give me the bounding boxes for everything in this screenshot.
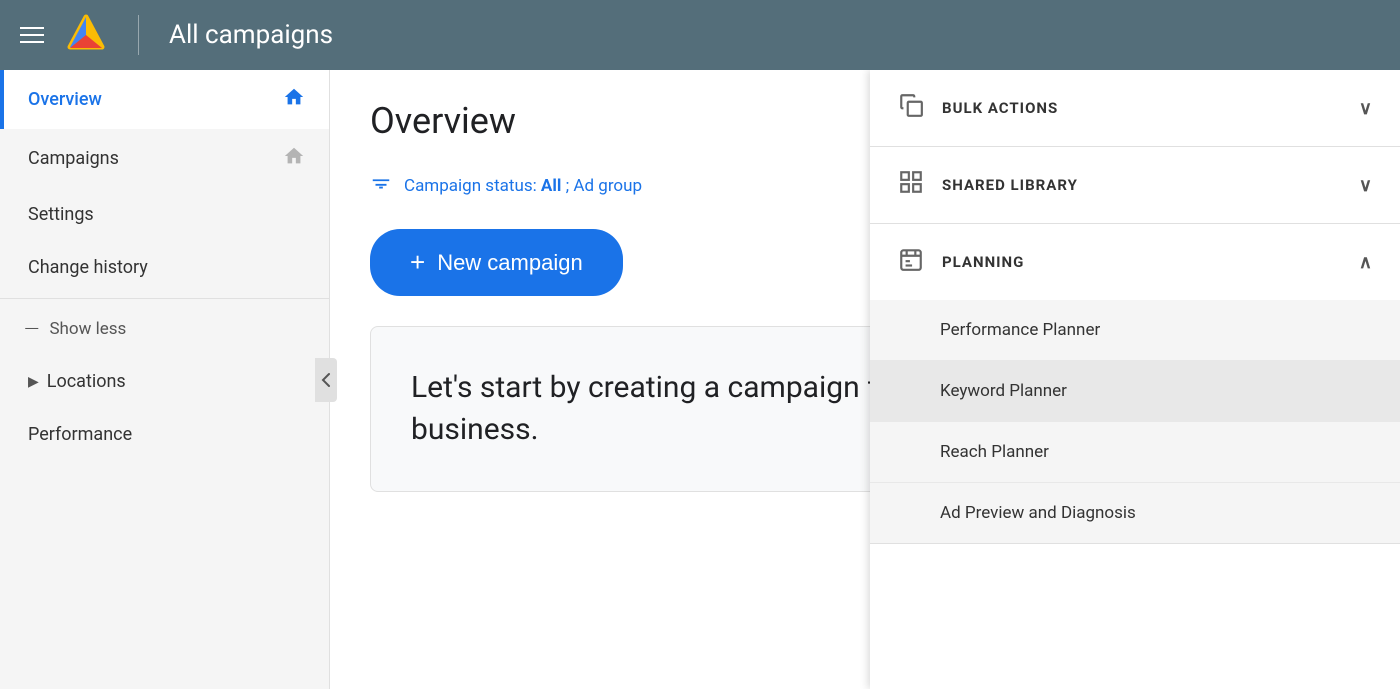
keyword-planner-item[interactable]: Keyword Planner [870, 361, 1400, 422]
bulk-actions-chevron: ∨ [1359, 98, 1372, 119]
shared-library-section: SHARED LIBRARY ∨ [870, 147, 1400, 224]
shared-library-label: SHARED LIBRARY [942, 176, 1078, 194]
show-less-button[interactable]: — Show less [0, 303, 329, 355]
plus-icon: + [410, 247, 425, 278]
right-panel: BULK ACTIONS ∨ SHARED LIBRARY ∨ [870, 70, 1400, 689]
bulk-actions-title: BULK ACTIONS [898, 92, 1058, 124]
bulk-actions-label: BULK ACTIONS [942, 99, 1058, 117]
sidebar-divider [0, 298, 329, 299]
logo-icon [64, 13, 108, 57]
sidebar-item-campaigns[interactable]: Campaigns [0, 129, 329, 188]
sidebar-item-overview[interactable]: Overview [0, 70, 329, 129]
bulk-actions-header[interactable]: BULK ACTIONS ∨ [870, 70, 1400, 146]
ad-preview-item[interactable]: Ad Preview and Diagnosis [870, 483, 1400, 543]
performance-planner-item[interactable]: Performance Planner [870, 300, 1400, 361]
google-ads-logo [64, 13, 108, 57]
app-header: All campaigns [0, 0, 1400, 70]
new-campaign-label: New campaign [437, 250, 583, 276]
filter-text: Campaign status: All ; Ad group [404, 176, 642, 196]
sidebar-item-overview-label: Overview [28, 89, 102, 110]
planning-icon [898, 246, 924, 278]
ad-preview-label: Ad Preview and Diagnosis [940, 503, 1136, 523]
header-divider [138, 15, 139, 55]
shared-library-header[interactable]: SHARED LIBRARY ∨ [870, 147, 1400, 223]
sidebar-item-performance[interactable]: Performance [0, 408, 329, 461]
filter-label-suffix: ; Ad group [566, 176, 642, 196]
bulk-actions-icon [898, 92, 924, 124]
shared-library-title: SHARED LIBRARY [898, 169, 1078, 201]
home-icon [283, 86, 305, 113]
sidebar-item-campaigns-label: Campaigns [28, 148, 119, 169]
planning-title: PLANNING [898, 246, 1024, 278]
planning-sub-items: Performance Planner Keyword Planner Reac… [870, 300, 1400, 543]
bulk-actions-section: BULK ACTIONS ∨ [870, 70, 1400, 147]
sidebar: Overview Campaigns Settings Change histo… [0, 70, 330, 689]
new-campaign-button[interactable]: + New campaign [370, 229, 623, 296]
filter-label-prefix: Campaign status: [404, 176, 541, 196]
menu-button[interactable] [20, 27, 44, 43]
sidebar-collapse-button[interactable] [315, 358, 337, 402]
sidebar-item-change-history-label: Change history [28, 257, 148, 278]
sidebar-item-performance-label: Performance [28, 424, 132, 445]
keyword-planner-label: Keyword Planner [940, 381, 1067, 401]
planning-chevron: ∧ [1359, 252, 1372, 273]
sidebar-item-settings[interactable]: Settings [0, 188, 329, 241]
reach-planner-item[interactable]: Reach Planner [870, 422, 1400, 483]
sidebar-item-locations[interactable]: ▶ Locations [0, 355, 329, 408]
sidebar-item-settings-label: Settings [28, 204, 94, 225]
performance-planner-label: Performance Planner [940, 320, 1100, 340]
planning-label: PLANNING [942, 253, 1024, 271]
page-title: All campaigns [169, 20, 333, 50]
planning-section: PLANNING ∧ Performance Planner Keyword P… [870, 224, 1400, 544]
sidebar-item-change-history[interactable]: Change history [0, 241, 329, 294]
shared-library-chevron: ∨ [1359, 175, 1372, 196]
filter-icon [370, 172, 392, 199]
body-area: Overview Campaigns Settings Change histo… [0, 70, 1400, 689]
planning-header[interactable]: PLANNING ∧ [870, 224, 1400, 300]
campaigns-home-icon [283, 145, 305, 172]
reach-planner-label: Reach Planner [940, 442, 1049, 462]
filter-label-all: All [541, 176, 561, 196]
show-less-label: Show less [49, 319, 126, 339]
sidebar-item-locations-label: Locations [47, 371, 126, 392]
shared-library-icon [898, 169, 924, 201]
